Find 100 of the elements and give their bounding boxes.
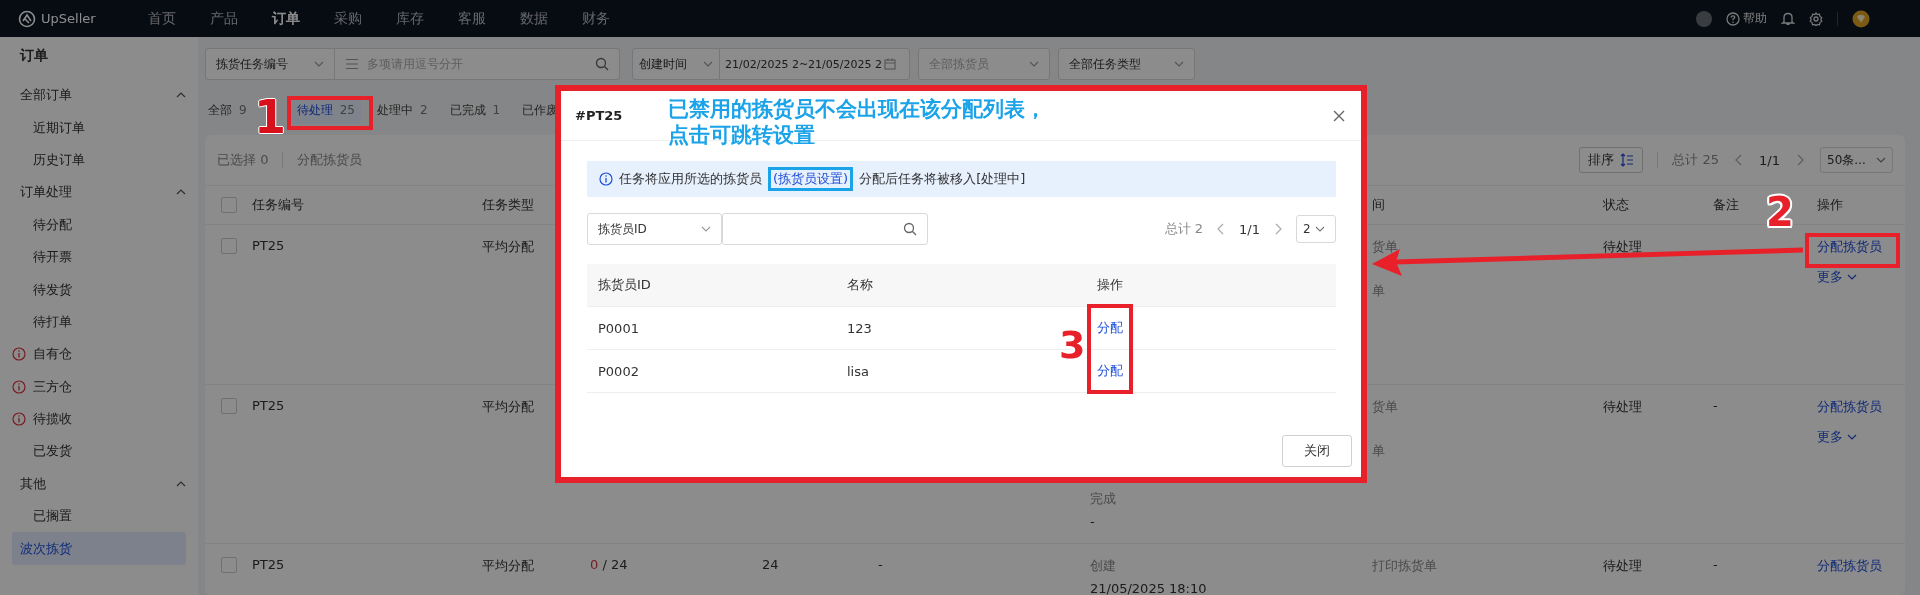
nav-item[interactable]: 客服	[458, 9, 520, 28]
status-text: 待处理	[1603, 239, 1642, 254]
column-header: 任务类型	[482, 196, 534, 214]
caret-icon	[1847, 434, 1857, 440]
bulk-assign-button[interactable]: 分配拣货员	[297, 151, 363, 169]
nav-item[interactable]: 首页	[148, 9, 210, 28]
more-dropdown[interactable]: 更多	[1817, 268, 1857, 286]
table-cell: 123	[847, 320, 872, 336]
date-range-field[interactable]: 21/02/2025 2~21/05/2025 2	[720, 48, 910, 80]
search-icon[interactable]	[595, 57, 609, 71]
sidebar-group[interactable]: 其他	[0, 467, 198, 501]
sidebar-item[interactable]: 自有仓	[0, 338, 198, 371]
annotation-number: 2	[1766, 192, 1794, 232]
sidebar-item[interactable]: 待发货	[0, 273, 198, 306]
table-cell: 平均分配	[482, 558, 534, 573]
column-header: 间	[1372, 196, 1385, 214]
status-tab[interactable]: 处理中 2	[370, 96, 434, 124]
table-cell: lisa	[847, 363, 869, 379]
annotation-text: 已禁用的拣货员不会出现在该分配列表，	[668, 96, 1046, 122]
select-all-checkbox[interactable]	[220, 197, 237, 213]
avatar[interactable]	[1696, 10, 1712, 27]
close-button[interactable]: 关闭	[1282, 435, 1352, 467]
sidebar-item[interactable]: 波次拣货	[12, 532, 186, 565]
total-count: 总计 2	[1164, 220, 1204, 238]
time-log-text: 21/05/2025 18:10	[1090, 581, 1207, 595]
caret-icon	[176, 480, 186, 487]
nav-item[interactable]: 采购	[334, 9, 396, 28]
select-field[interactable]: 创建时间	[632, 48, 720, 80]
caret-icon	[176, 189, 186, 196]
next-page-icon[interactable]	[1274, 223, 1282, 235]
time-log-text: 创建	[1090, 557, 1116, 575]
search-field[interactable]	[722, 213, 928, 245]
nav-item[interactable]: 产品	[210, 9, 272, 28]
caret-icon	[701, 226, 711, 232]
print-log-text: 打印拣货单	[1372, 557, 1437, 575]
select-field[interactable]: 拣货任务编号	[205, 48, 335, 80]
sidebar-group[interactable]: 全部订单	[0, 79, 198, 112]
assign-picker-link[interactable]: 分配拣货员	[1817, 557, 1882, 575]
nav-item[interactable]: 库存	[396, 9, 458, 28]
next-page-icon[interactable]	[1796, 154, 1804, 166]
settings-icon[interactable]	[1809, 11, 1823, 26]
time-log-text: -	[1090, 514, 1095, 529]
sidebar-item[interactable]: 已搁置	[0, 500, 198, 533]
caret-icon	[1876, 157, 1886, 163]
info-text: 分配后任务将被移入[处理中]	[859, 170, 1026, 188]
help-link[interactable]: 帮助	[1726, 10, 1767, 27]
nav-item[interactable]: 数据	[520, 9, 582, 28]
caret-icon	[1174, 61, 1184, 67]
brand-name: UpSeller	[41, 11, 96, 26]
sidebar-item[interactable]: 待开票	[0, 240, 198, 274]
table-cell: PT25	[252, 238, 285, 253]
status-tab[interactable]: 全部 9	[205, 96, 253, 124]
picker-settings-link[interactable]: (拣货员设置)	[773, 170, 849, 188]
calendar-icon	[884, 58, 896, 70]
close-icon[interactable]	[1333, 109, 1345, 122]
row-checkbox[interactable]	[220, 238, 237, 254]
annotation-number: 1	[254, 94, 286, 140]
selected-count: 已选择 0	[217, 151, 269, 169]
row-checkbox[interactable]	[220, 557, 237, 573]
annotation-number: 3	[1059, 326, 1086, 364]
sidebar-item[interactable]: 待揽收	[0, 402, 198, 436]
search-icon[interactable]	[903, 222, 917, 236]
list-icon	[345, 58, 359, 70]
status-text: 待处理	[1603, 558, 1642, 573]
status-tab[interactable]: 已完成 1	[443, 96, 507, 124]
column-header: 拣货员ID	[598, 276, 651, 294]
sidebar-item[interactable]: 历史订单	[0, 143, 198, 177]
sort-icon	[1620, 153, 1635, 167]
assign-link[interactable]: 分配	[1097, 362, 1123, 380]
sidebar-item[interactable]: 已发货	[0, 435, 198, 468]
sort-button[interactable]: 排序	[1579, 147, 1644, 173]
progress-count: 0 / 24	[590, 557, 628, 572]
select-field[interactable]: 全部任务类型	[1058, 48, 1195, 80]
more-dropdown[interactable]: 更多	[1817, 428, 1857, 446]
assign-picker-link[interactable]: 分配拣货员	[1817, 398, 1882, 416]
previous-page-icon[interactable]	[1217, 223, 1226, 235]
sidebar-group[interactable]: 订单处理	[0, 176, 198, 209]
bell-icon[interactable]	[1781, 11, 1795, 26]
assign-picker-link[interactable]: 分配拣货员	[1817, 238, 1882, 256]
assign-link[interactable]: 分配	[1097, 319, 1123, 337]
caret-icon	[1847, 274, 1857, 280]
row-checkbox[interactable]	[220, 398, 237, 414]
sidebar-title: 订单	[18, 46, 49, 65]
total-count: 总计 25	[1672, 151, 1720, 169]
sidebar-item[interactable]: 近期订单	[0, 111, 198, 144]
nav-item[interactable]: 订单	[272, 9, 334, 28]
time-log-text: 完成	[1090, 490, 1116, 508]
page-size-select[interactable]: 50条...	[1820, 147, 1893, 173]
previous-page-icon[interactable]	[1735, 154, 1744, 166]
table-cell: PT25	[252, 557, 285, 572]
sidebar-item[interactable]: 三方仓	[0, 370, 198, 403]
sidebar-item[interactable]: 待分配	[0, 208, 198, 241]
sidebar-item[interactable]: 待打单	[0, 305, 198, 339]
status-text: 待处理	[1603, 399, 1642, 414]
nav-item[interactable]: 财务	[582, 9, 644, 28]
diamond-badge-icon[interactable]	[1852, 9, 1870, 28]
table-cell: P0002	[598, 363, 639, 379]
select-field[interactable]: 拣货员ID	[587, 213, 722, 245]
table-cell: PT25	[252, 398, 285, 413]
page-size-select[interactable]: 2	[1296, 215, 1336, 243]
